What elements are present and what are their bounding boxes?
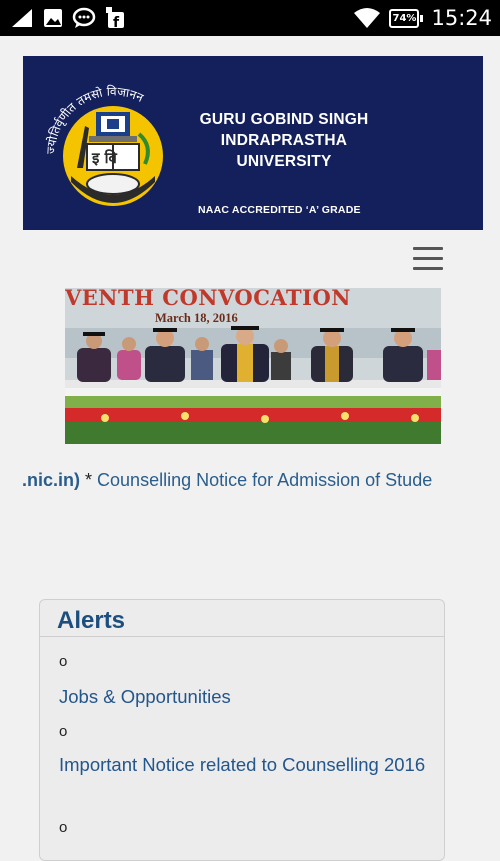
- university-name-line3: UNIVERSITY: [236, 153, 332, 170]
- notification-icons: f: [10, 6, 126, 30]
- wifi-icon: [354, 8, 381, 28]
- svg-text:f: f: [113, 15, 120, 30]
- svg-text:इ वि: इ वि: [91, 149, 117, 167]
- ticker-link[interactable]: Counselling Notice for Admission of Stud…: [97, 470, 432, 490]
- page-top-strip: [0, 36, 500, 56]
- alert-link-jobs[interactable]: Jobs & Opportunities: [59, 683, 429, 711]
- alert-link-counselling[interactable]: Important Notice related to Counselling …: [59, 751, 429, 779]
- list-bullet: o: [59, 653, 68, 670]
- list-bullet: o: [59, 819, 68, 836]
- alerts-header: Alerts: [40, 600, 444, 637]
- university-name: GURU GOBIND SINGH INDRAPRASTHA UNIVERSIT…: [191, 109, 377, 172]
- hamburger-menu-icon[interactable]: [413, 247, 443, 271]
- convocation-banner[interactable]: VENTH CONVOCATION March 18, 2016: [65, 288, 441, 444]
- web-page: ज्योतिर्वृणीत तमसो विजानन इ वि GURU GOBI…: [0, 36, 500, 861]
- battery-icon: 74%: [389, 8, 424, 28]
- convocation-photo: [65, 326, 441, 444]
- chat-icon: [72, 7, 96, 28]
- university-name-line2: INDRAPRASTHA: [220, 132, 348, 149]
- ticker-separator: *: [80, 470, 98, 490]
- alerts-title: Alerts: [57, 607, 126, 634]
- university-logo[interactable]: ज्योतिर्वृणीत तमसो विजानन इ वि: [41, 64, 186, 222]
- signal-icon: [12, 9, 32, 27]
- status-bar: f 74% 15:24: [0, 0, 500, 36]
- university-name-line1: GURU GOBIND SINGH: [199, 111, 369, 128]
- battery-level: 74%: [389, 8, 420, 28]
- gallery-icon: [44, 9, 62, 27]
- clock: 15:24: [431, 6, 492, 30]
- main-content: VENTH CONVOCATION March 18, 2016 .nic.in…: [23, 230, 483, 861]
- ticker-prefix-link[interactable]: ns.nic.in): [23, 470, 80, 490]
- system-status: 74% 15:24: [353, 4, 492, 32]
- alerts-panel: Alerts o Jobs & Opportunities o Importan…: [39, 599, 445, 861]
- site-header[interactable]: ज्योतिर्वृणीत तमसो विजानन इ वि GURU GOBI…: [23, 56, 483, 230]
- news-ticker[interactable]: ns.nic.in) * Counselling Notice for Admi…: [23, 470, 483, 494]
- ticker-content: ns.nic.in) * Counselling Notice for Admi…: [23, 470, 432, 491]
- facebook-icon: f: [106, 7, 124, 30]
- list-bullet: o: [59, 723, 68, 740]
- accreditation-label: NAAC ACCREDITED ‘A’ GRADE: [198, 204, 361, 216]
